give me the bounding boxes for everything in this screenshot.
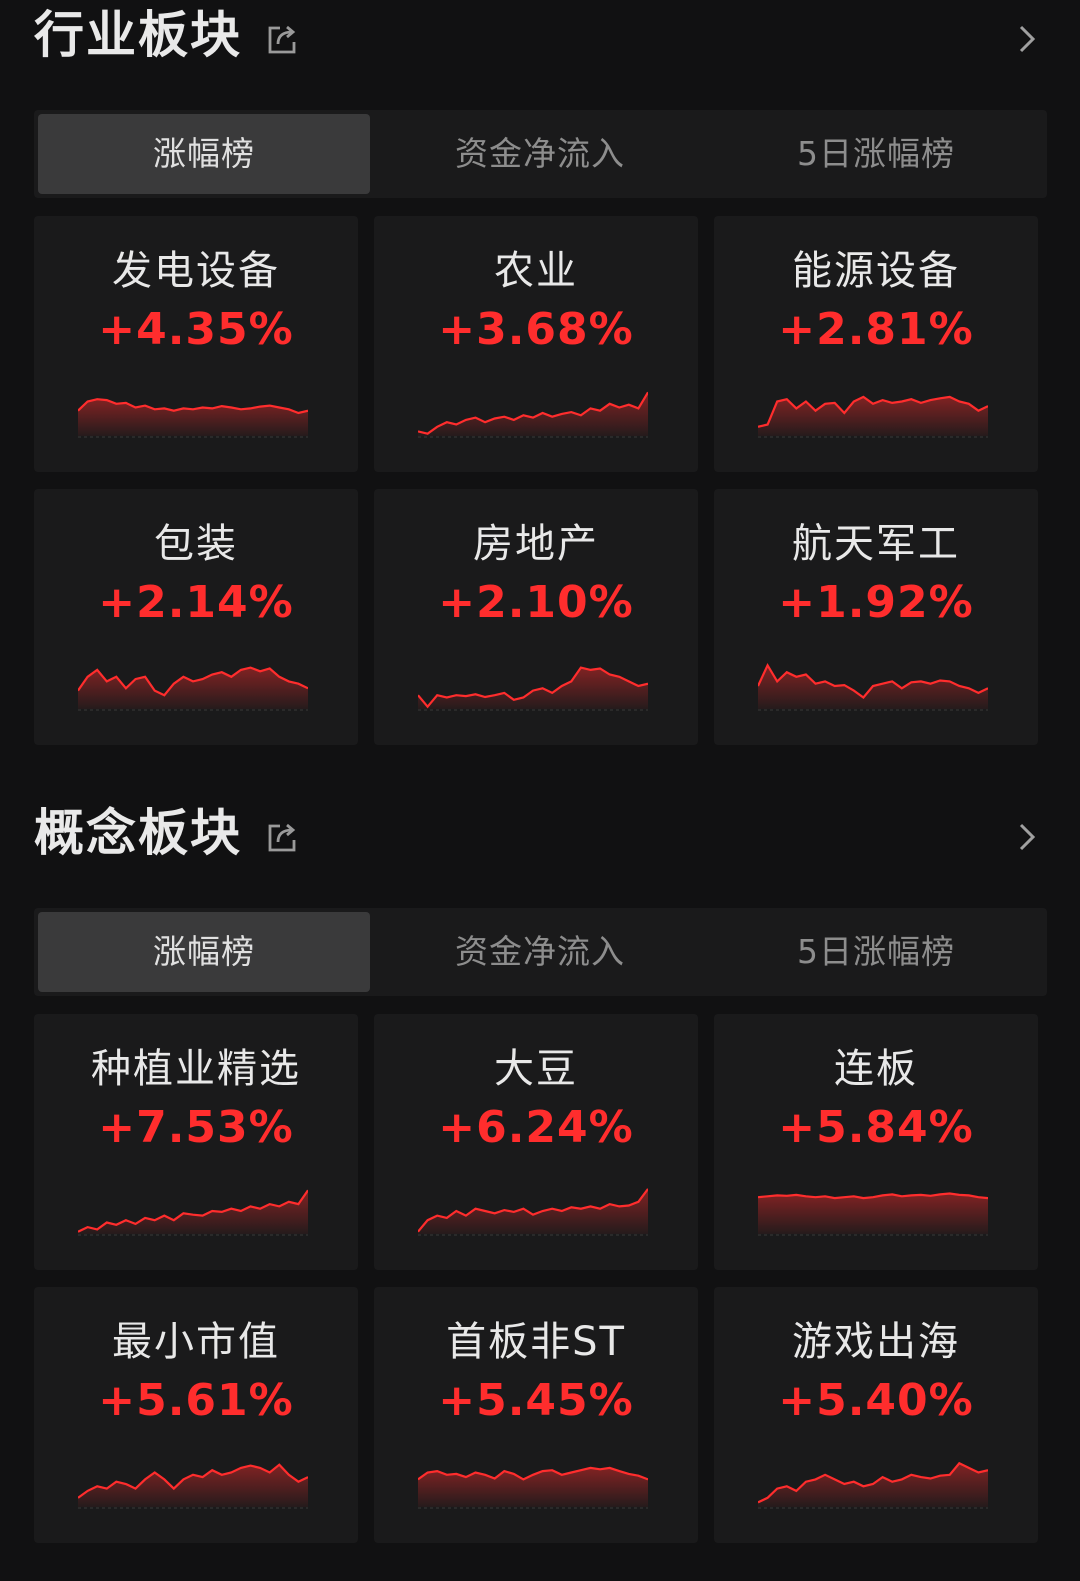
concept-tabs: 涨幅榜 资金净流入 5日涨幅榜 bbox=[34, 908, 1047, 996]
industry-tabs: 涨幅榜 资金净流入 5日涨幅榜 bbox=[34, 110, 1047, 198]
sector-name: 包装 bbox=[154, 521, 238, 567]
sparkline-area bbox=[78, 1190, 308, 1234]
sparkline-chart bbox=[78, 1189, 308, 1236]
sparkline-chart bbox=[758, 395, 988, 438]
sector-name: 首板非ST bbox=[446, 1319, 626, 1365]
sector-change: +4.35% bbox=[98, 304, 294, 355]
sector-change: +5.45% bbox=[438, 1375, 634, 1426]
sparkline-chart bbox=[78, 1463, 308, 1509]
sector-change: +5.40% bbox=[778, 1375, 974, 1426]
sector-change: +2.10% bbox=[438, 577, 634, 628]
sparkline-area bbox=[418, 667, 648, 709]
sector-card[interactable]: 农业 +3.68% bbox=[374, 216, 698, 472]
tab-5day-gainers[interactable]: 5日涨幅榜 bbox=[710, 114, 1042, 194]
sparkline-area bbox=[758, 1193, 988, 1234]
concept-header[interactable]: 概念板块 bbox=[0, 798, 1080, 878]
section-title: 概念板块 bbox=[34, 804, 242, 862]
sector-name: 发电设备 bbox=[112, 248, 280, 294]
sector-name: 农业 bbox=[494, 248, 578, 294]
sector-card[interactable]: 发电设备 +4.35% bbox=[34, 216, 358, 472]
sparkline-chart bbox=[758, 1192, 988, 1236]
share-icon[interactable] bbox=[266, 820, 300, 854]
sector-change: +5.84% bbox=[778, 1102, 974, 1153]
section-title: 行业板块 bbox=[34, 6, 242, 64]
sparkline-area bbox=[78, 1464, 308, 1507]
sector-change: +3.68% bbox=[438, 304, 634, 355]
sparkline-chart bbox=[418, 666, 648, 711]
sector-name: 最小市值 bbox=[112, 1319, 280, 1365]
sparkline-chart bbox=[758, 1461, 988, 1509]
sector-card[interactable]: 房地产 +2.10% bbox=[374, 489, 698, 745]
sector-card[interactable]: 包装 +2.14% bbox=[34, 489, 358, 745]
tab-5day-gainers[interactable]: 5日涨幅榜 bbox=[710, 912, 1042, 992]
sector-card[interactable]: 航天军工 +1.92% bbox=[714, 489, 1038, 745]
sector-card[interactable]: 最小市值 +5.61% bbox=[34, 1287, 358, 1543]
sparkline-area bbox=[418, 1188, 648, 1234]
sparkline-chart bbox=[78, 666, 308, 711]
sector-name: 大豆 bbox=[494, 1046, 578, 1092]
sector-name: 连板 bbox=[834, 1046, 918, 1092]
sector-change: +1.92% bbox=[778, 577, 974, 628]
sector-change: +5.61% bbox=[98, 1375, 294, 1426]
sparkline-chart bbox=[418, 1466, 648, 1509]
share-icon[interactable] bbox=[266, 22, 300, 56]
chevron-right-icon[interactable] bbox=[1014, 24, 1040, 54]
sector-card[interactable]: 首板非ST +5.45% bbox=[374, 1287, 698, 1543]
tab-net-inflow[interactable]: 资金净流入 bbox=[374, 912, 706, 992]
sector-name: 房地产 bbox=[473, 521, 599, 567]
sector-card[interactable]: 连板 +5.84% bbox=[714, 1014, 1038, 1270]
tab-gainers[interactable]: 涨幅榜 bbox=[38, 912, 370, 992]
sparkline-area bbox=[78, 399, 308, 436]
sparkline-chart bbox=[418, 1188, 648, 1236]
sector-card[interactable]: 种植业精选 +7.53% bbox=[34, 1014, 358, 1270]
chevron-right-icon[interactable] bbox=[1014, 822, 1040, 852]
sector-change: +6.24% bbox=[438, 1102, 634, 1153]
sector-change: +2.14% bbox=[98, 577, 294, 628]
sector-name: 能源设备 bbox=[792, 248, 960, 294]
sparkline-chart bbox=[78, 398, 308, 438]
sector-card[interactable]: 能源设备 +2.81% bbox=[714, 216, 1038, 472]
sector-change: +7.53% bbox=[98, 1102, 294, 1153]
sector-name: 航天军工 bbox=[792, 521, 960, 567]
industry-header[interactable]: 行业板块 bbox=[0, 0, 1080, 80]
tab-gainers[interactable]: 涨幅榜 bbox=[38, 114, 370, 194]
sparkline-chart bbox=[758, 662, 988, 711]
sector-name: 种植业精选 bbox=[91, 1046, 301, 1092]
sector-card[interactable]: 大豆 +6.24% bbox=[374, 1014, 698, 1270]
sector-change: +2.81% bbox=[778, 304, 974, 355]
sparkline-area bbox=[78, 667, 308, 709]
sector-name: 游戏出海 bbox=[792, 1319, 960, 1365]
tab-net-inflow[interactable]: 资金净流入 bbox=[374, 114, 706, 194]
sparkline-area bbox=[418, 392, 648, 436]
sparkline-chart bbox=[418, 391, 648, 438]
sector-card[interactable]: 游戏出海 +5.40% bbox=[714, 1287, 1038, 1543]
